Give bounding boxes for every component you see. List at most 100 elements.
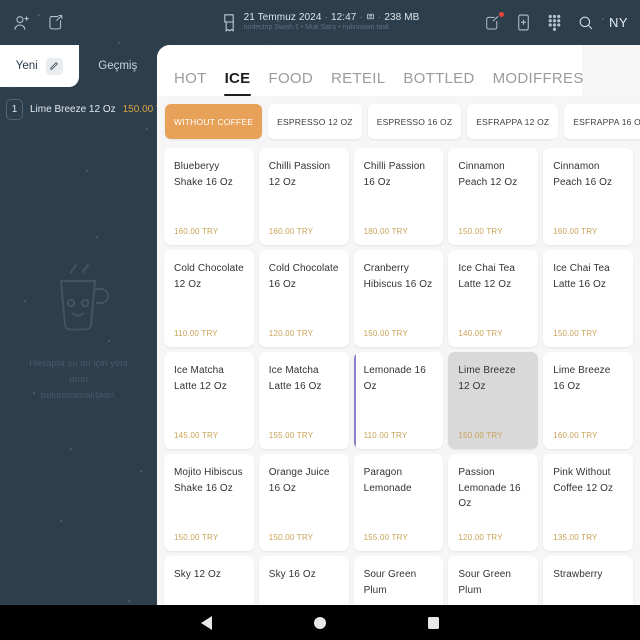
topbar-right-actions: NY: [478, 11, 628, 32]
notification-icon[interactable]: [483, 11, 504, 32]
cart-empty-line1: Hesapta şu an için yeni ürün: [29, 357, 128, 385]
product-price: 160.00 TRY: [174, 227, 219, 236]
device-add-icon[interactable]: [515, 13, 532, 32]
session-subtitle: nodectrip Swish 1 • Muti Satış • nuknnow…: [243, 24, 390, 32]
recents-button[interactable]: [428, 616, 439, 629]
product-price: 145.00 TRY: [174, 431, 219, 440]
product-card[interactable]: Cranberry Hibiscus 16 Oz 150.00 TRY: [353, 250, 444, 347]
product-name: Sky 12 Oz: [174, 569, 222, 580]
cart-empty-state: Hesapta şu an için yeni ürün bulunmamakt…: [0, 124, 157, 605]
search-icon[interactable]: [577, 14, 595, 32]
notification-badge: [498, 11, 504, 17]
category-tab-modiffres[interactable]: MODIFFRES: [484, 70, 593, 96]
product-card[interactable]: Sky 16 Oz: [258, 556, 349, 605]
product-card[interactable]: Blueberyy Shake 16 Oz 160.00 TRY: [164, 148, 254, 245]
subcategory-chip[interactable]: WITHOUT COFFEE: [165, 104, 263, 139]
product-price: 120.00 TRY: [458, 533, 503, 542]
product-name: Passion Lemonade 16 Oz: [458, 467, 521, 509]
cart-row[interactable]: 1 Lime Breeze 12 Oz 150.00 TRY: [0, 94, 176, 124]
product-price: 110.00 TRY: [174, 329, 218, 338]
product-name: Orange Juice 16 Oz: [268, 467, 330, 494]
product-price: 150.00 TRY: [363, 329, 408, 338]
product-card[interactable]: Sour Green Plum: [448, 556, 539, 605]
category-tab-food[interactable]: FOOD: [259, 70, 322, 96]
product-card[interactable]: Ice Matcha Latte 12 Oz 145.00 TRY: [164, 352, 254, 449]
subcategory-chip[interactable]: ESFRAPPA 12 OZ: [467, 104, 559, 139]
sidebar-tab-yeni-label: Yeni: [15, 60, 38, 72]
subcategory-chip[interactable]: ESPRESSO 16 OZ: [367, 104, 462, 139]
dialpad-icon[interactable]: [546, 13, 563, 32]
subcategory-chip[interactable]: ESPRESSO 12 OZ: [268, 104, 362, 139]
pos-app-screen: 21 Temmuz 2024 · 12:47 · · 238 MB nodectrip …: [0, 0, 640, 640]
sidebar-tab-yeni[interactable]: Yeni: [0, 45, 79, 87]
product-card[interactable]: Lemonade 16 Oz 110.00 TRY: [353, 352, 444, 449]
product-card[interactable]: Paragon Lemonade 155.00 TRY: [353, 454, 444, 551]
product-card[interactable]: Chilli Passion 16 Oz 180.00 TRY: [353, 148, 444, 245]
product-price: 110.00 TRY: [363, 431, 408, 440]
product-name: Pink Without Coffee 12 Oz: [553, 467, 614, 494]
product-card[interactable]: Lime Breeze 12 Oz 150.00 TRY: [448, 352, 539, 449]
product-name: Sour Green Plum: [458, 569, 512, 596]
product-price: 150.00 TRY: [268, 533, 314, 542]
product-card[interactable]: Sour Green Plum: [353, 556, 444, 605]
product-card[interactable]: Passion Lemonade 16 Oz 120.00 TRY: [448, 454, 539, 551]
product-name: Sky 16 Oz: [268, 569, 316, 580]
background-speck: [96, 236, 98, 238]
product-card[interactable]: Cinnamon Peach 12 Oz 150.00 TRY: [448, 148, 539, 245]
category-tab-reteil[interactable]: RETEIL: [322, 70, 394, 96]
session-time: 12:47: [330, 11, 357, 23]
home-button[interactable]: [314, 616, 326, 629]
product-name: Strawberry: [553, 569, 603, 580]
product-card[interactable]: Chilli Passion 12 Oz 160.00 TRY: [258, 148, 349, 245]
sidebar-tab-gecmis[interactable]: Geçmiş: [79, 45, 158, 87]
product-card[interactable]: Mojito Hibiscus Shake 16 Oz 150.00 TRY: [164, 454, 254, 551]
background-speck: [12, 86, 14, 88]
product-card[interactable]: Pink Without Coffee 12 Oz 135.00 TRY: [543, 454, 633, 551]
share-export-icon[interactable]: [46, 13, 65, 32]
cart-empty-line2: bulunmamaktadır.: [40, 390, 117, 402]
session-date: 21 Temmuz 2024: [243, 11, 322, 23]
product-name: Cinnamon Peach 16 Oz: [553, 161, 613, 188]
product-panel: HOT ICE FOOD RETEIL BOTTLED MODIFFRES WITHOUT…: [157, 45, 640, 605]
cart-item-list: 1 Lime Breeze 12 Oz 150.00 TRY: [0, 87, 176, 124]
background-speck: [602, 18, 604, 20]
category-tab-bottled[interactable]: BOTTLED: [394, 70, 483, 96]
empty-cup-illustration: [41, 255, 117, 340]
memory-chip-icon: [366, 12, 375, 21]
meta-separator-2: ·: [359, 11, 363, 23]
back-button[interactable]: [201, 615, 212, 630]
category-tab-ice[interactable]: ICE: [216, 70, 260, 96]
subcategory-chip[interactable]: ESFRAPPA 16 OZ: [564, 104, 640, 139]
add-person-icon[interactable]: [12, 13, 32, 33]
product-card[interactable]: Cinnamon Peach 16 Oz 160.00 TRY: [543, 148, 633, 245]
product-name: Cold Chocolate 12 Oz: [174, 263, 244, 290]
order-sidebar: Yeni Geçmiş 1 Lime Breeze 12 Oz 150.00 T…: [0, 45, 176, 605]
android-navigation-bar: [0, 605, 640, 640]
pencil-icon[interactable]: [45, 57, 63, 75]
product-name: Ice Matcha Latte 16 Oz: [268, 365, 322, 392]
session-memory: 238 MB: [384, 11, 420, 23]
background-speck: [38, 14, 40, 16]
category-tab-hot[interactable]: HOT: [165, 70, 216, 96]
user-initials[interactable]: NY: [609, 15, 628, 30]
product-card[interactable]: Cold Chocolate 16 Oz 120.00 TRY: [258, 250, 349, 347]
product-name: Ice Chai Tea Latte 16 Oz: [553, 263, 610, 290]
product-price: 150.00 TRY: [458, 227, 503, 236]
product-card[interactable]: Ice Chai Tea Latte 16 Oz 150.00 TRY: [543, 250, 633, 347]
background-speck: [277, 20, 279, 22]
product-name: Paragon Lemonade: [363, 467, 412, 494]
cart-item-name: Lime Breeze 12 Oz: [30, 103, 116, 115]
product-card[interactable]: Strawberry: [543, 556, 633, 605]
product-name: Cranberry Hibiscus 16 Oz: [363, 263, 433, 290]
product-card[interactable]: Lime Breeze 16 Oz 160.00 TRY: [543, 352, 633, 449]
product-card[interactable]: Sky 12 Oz: [164, 556, 254, 605]
product-card[interactable]: Ice Chai Tea Latte 12 Oz 140.00 TRY: [448, 250, 539, 347]
product-price: 180.00 TRY: [363, 227, 408, 236]
product-card[interactable]: Cold Chocolate 12 Oz 110.00 TRY: [164, 250, 254, 347]
product-price: 150.00 TRY: [458, 431, 503, 440]
product-price: 150.00 TRY: [553, 329, 598, 338]
product-card[interactable]: Orange Juice 16 Oz 150.00 TRY: [258, 454, 349, 551]
product-name: Lime Breeze 12 Oz: [458, 365, 516, 392]
product-name: Chilli Passion 12 Oz: [268, 161, 331, 188]
product-card[interactable]: Ice Matcha Latte 16 Oz 155.00 TRY: [258, 352, 349, 449]
